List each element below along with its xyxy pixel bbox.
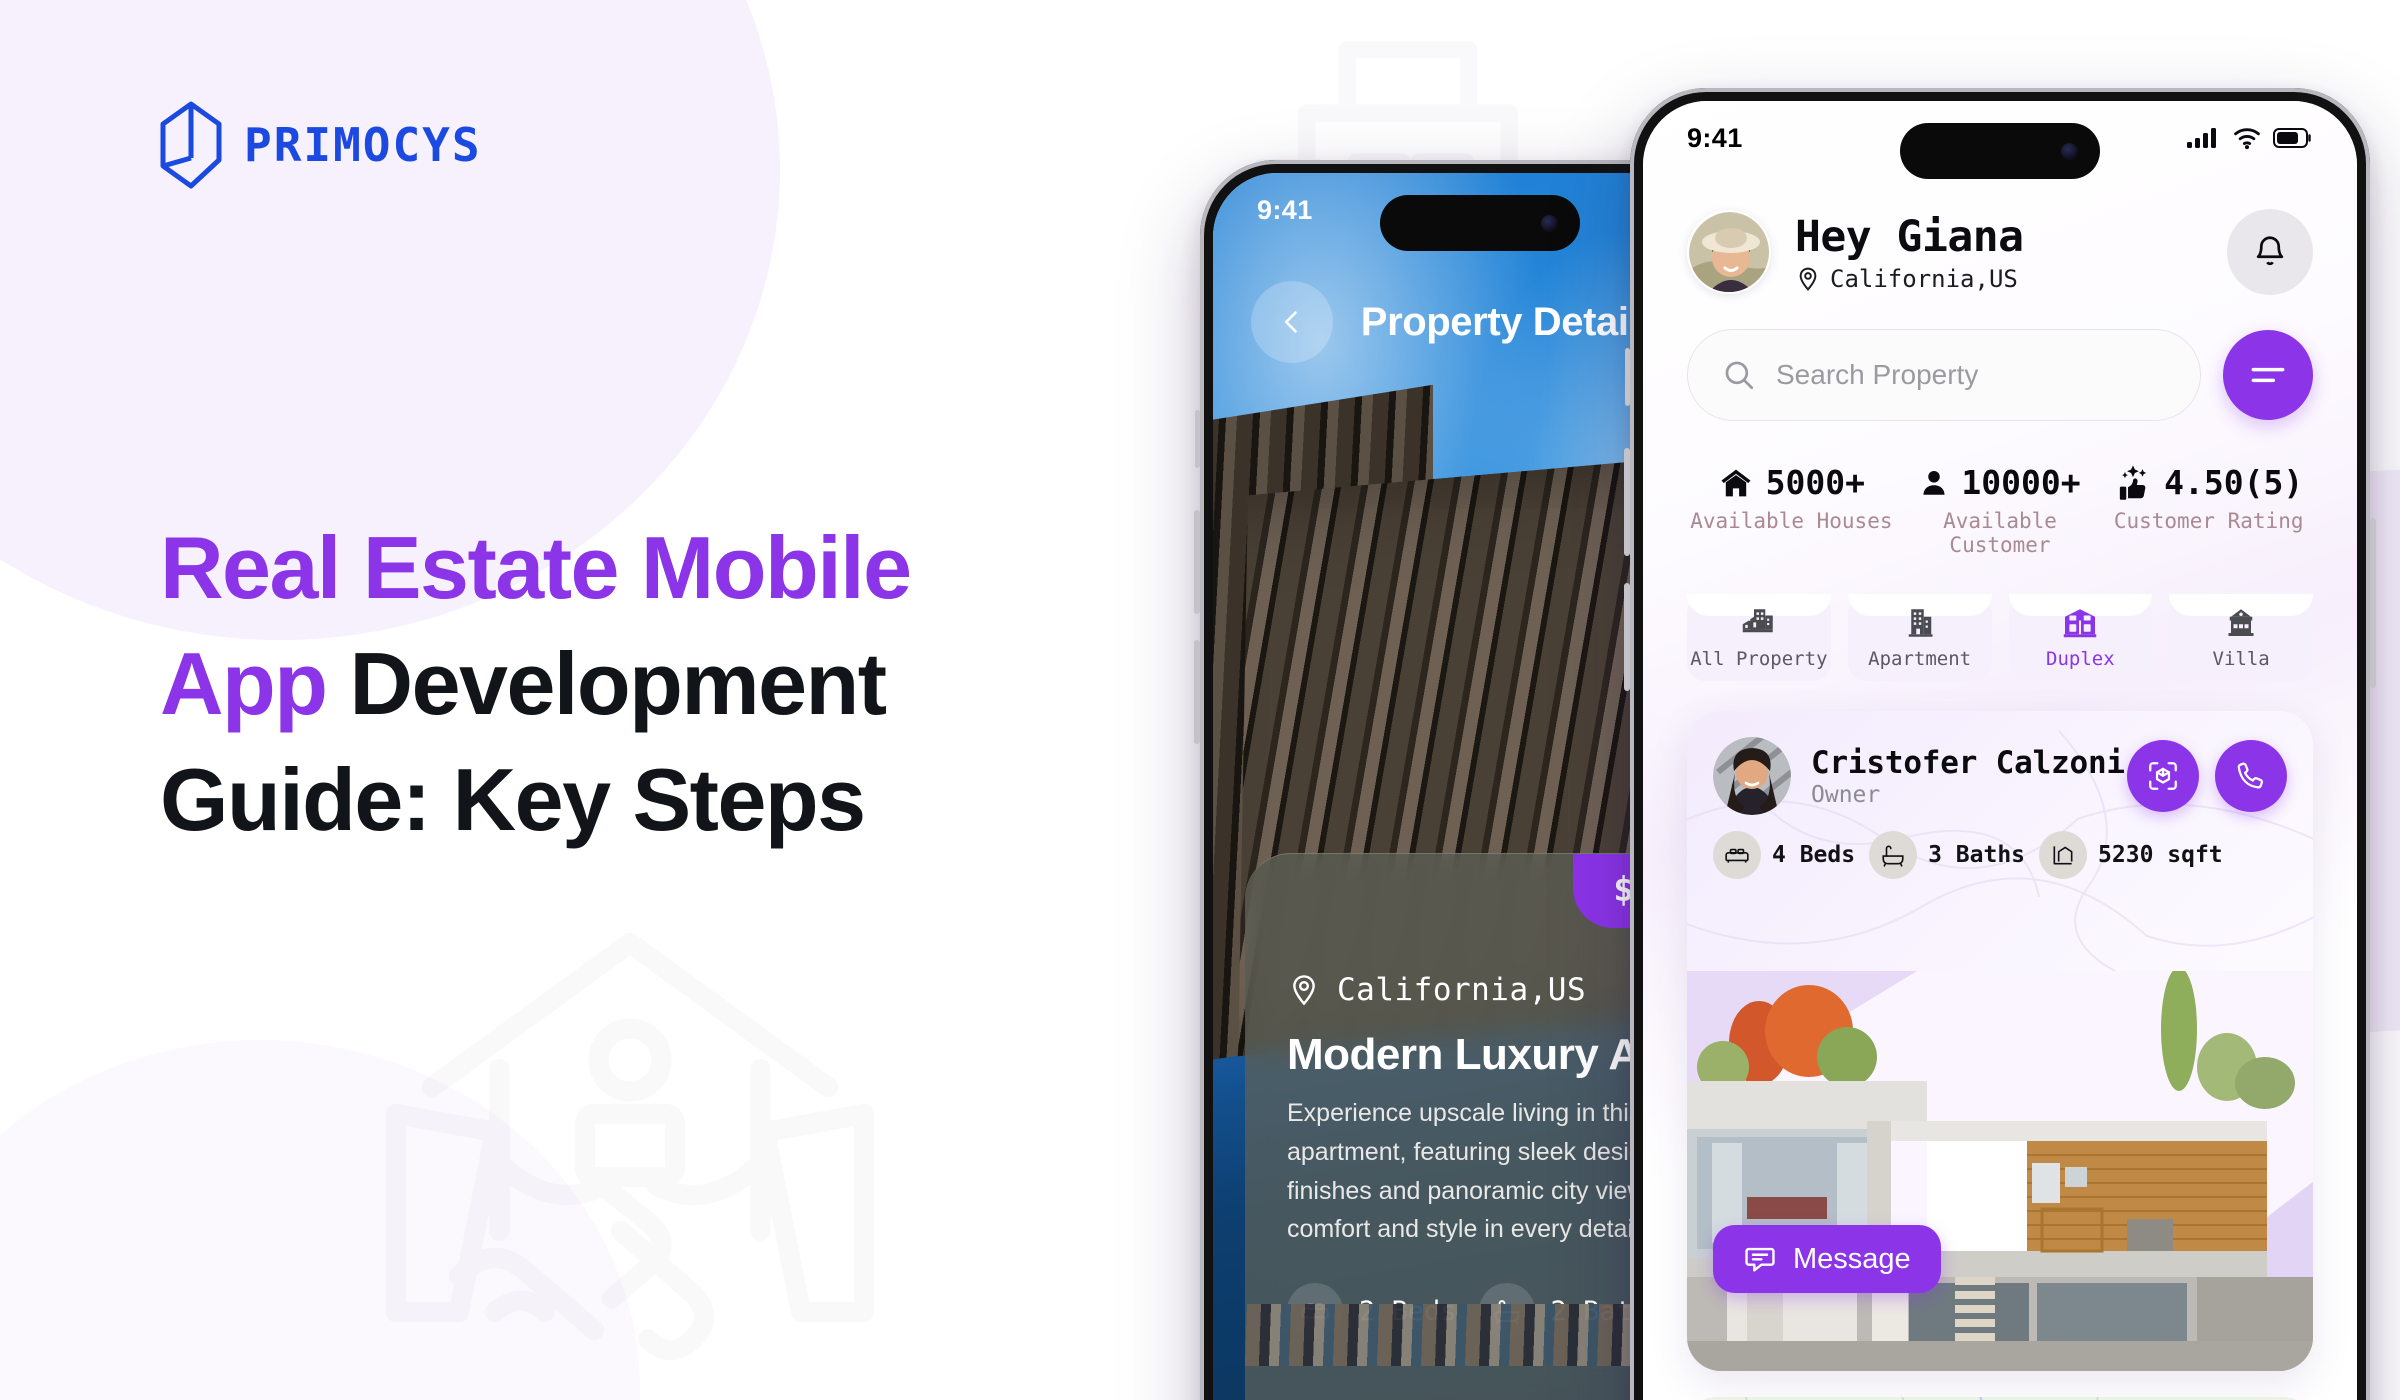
dynamic-island — [1900, 123, 2100, 179]
phone-mockup-home: 9:41 Hey Giana California,US Search Prop… — [1624, 88, 2376, 1400]
search-row: Search Property — [1687, 329, 2313, 421]
search-icon — [1725, 361, 1754, 390]
page-headline: Real Estate Mobile App Development Guide… — [160, 510, 912, 858]
ar-cube-icon — [2149, 762, 2177, 790]
category-chip-all-property[interactable]: All Property — [1687, 594, 1831, 681]
stat-available-customer: 10000+ Available Customer — [1896, 463, 2105, 557]
wifi-icon — [2234, 128, 2260, 150]
hexagon-prism-logo-icon — [160, 101, 222, 189]
bathtub-icon — [1869, 831, 1918, 879]
back-button[interactable] — [1251, 281, 1333, 363]
bell-icon — [2256, 236, 2284, 266]
phone-right-screen: 9:41 Hey Giana California,US Search Prop… — [1643, 101, 2357, 1400]
message-button[interactable]: Message — [1713, 1225, 1941, 1293]
stat-rating-label: Customer Rating — [2113, 509, 2304, 533]
category-label: Apartment — [1868, 648, 1972, 670]
property-photo — [1687, 971, 2313, 1371]
location-pin-icon — [1293, 975, 1315, 1006]
battery-icon — [2273, 128, 2311, 148]
property-card-header: Cristofer Calzoni Owner — [1687, 711, 2313, 815]
category-label: Villa — [2212, 648, 2270, 670]
headline-line2-rest: Development — [326, 634, 888, 734]
call-button[interactable] — [2215, 740, 2287, 812]
stat-customer-label: Available Customer — [1943, 509, 2057, 557]
property-card-features: 4 Beds 3 Baths 5230 sqft — [1687, 815, 2313, 879]
card-feature-baths: 3 Baths — [1869, 831, 2025, 879]
card-feature-baths-label: 3 Baths — [1928, 842, 2026, 868]
search-placeholder: Search Property — [1776, 359, 1979, 390]
stat-customer-rating: 4.50(5) Customer Rating — [2104, 463, 2313, 557]
apartment-icon — [1905, 608, 1935, 643]
user-avatar[interactable] — [1687, 210, 1771, 294]
headline-line2-accent: App — [160, 634, 328, 734]
area-icon — [2039, 831, 2088, 879]
stats-row: 5000+ Available Houses 10000+ Available … — [1687, 463, 2313, 557]
thumbs-up-stars-icon — [2119, 464, 2147, 500]
person-icon — [1923, 470, 1945, 495]
location-pin-icon — [1799, 267, 1817, 291]
category-chip-apartment[interactable]: Apartment — [1847, 594, 1992, 681]
stat-houses-value: 5000+ — [1765, 463, 1865, 502]
phone-left-volume-down-button[interactable] — [1194, 640, 1200, 744]
search-input[interactable]: Search Property — [1687, 329, 2201, 421]
all-property-icon — [1742, 608, 1776, 643]
category-chip-duplex[interactable]: Duplex — [2008, 594, 2153, 681]
filter-lines-icon — [2251, 367, 2285, 383]
phone-left-mute-button[interactable] — [1195, 410, 1200, 468]
home-icon — [1721, 469, 1751, 496]
owner-role: Owner — [1811, 781, 1881, 808]
category-chips: All Property Apartment Duplex Villa — [1687, 594, 2313, 681]
bed-icon — [1713, 831, 1761, 879]
stat-rating-value: 4.50(5) — [2164, 463, 2304, 502]
category-chip-villa[interactable]: Villa — [2169, 594, 2313, 681]
ar-view-button[interactable] — [2127, 740, 2199, 812]
notification-button[interactable] — [2227, 209, 2313, 295]
chat-bubble-icon — [1745, 1247, 1775, 1272]
card-feature-beds-label: 4 Beds — [1772, 842, 1856, 868]
headline-line3: Guide: Key Steps — [160, 750, 866, 850]
greeting-text: Hey Giana — [1795, 211, 2024, 262]
stat-available-houses: 5000+ Available Houses — [1687, 463, 1896, 557]
dynamic-island — [1380, 195, 1580, 251]
card-feature-area-label: 5230 sqft — [2098, 842, 2223, 868]
message-button-label: Message — [1793, 1242, 1911, 1275]
phone-right-mute-button[interactable] — [1625, 348, 1630, 406]
chevron-left-icon — [1284, 311, 1297, 333]
cellular-bars-icon — [2187, 128, 2216, 148]
owner-name: Cristofer Calzoni — [1811, 744, 2125, 781]
filter-button[interactable] — [2223, 330, 2313, 420]
brand-logo-text: PRIMOCYS — [244, 118, 482, 172]
front-camera-icon — [1541, 214, 1558, 232]
villa-icon — [2225, 608, 2257, 643]
phone-left-volume-up-button[interactable] — [1194, 510, 1200, 614]
phone-icon — [2237, 762, 2264, 789]
user-location: California,US — [1795, 265, 2227, 293]
duplex-icon — [2063, 608, 2097, 643]
headline-line1: Real Estate Mobile — [160, 518, 912, 617]
property-location-text: California,US — [1337, 972, 1587, 1008]
owner-avatar[interactable] — [1713, 737, 1791, 815]
category-label: All Property — [1690, 648, 1828, 670]
phone-right-volume-up-button[interactable] — [1624, 448, 1630, 556]
card-feature-beds: 4 Beds — [1713, 831, 1855, 879]
status-time: 9:41 — [1687, 122, 1743, 153]
front-camera-icon — [2061, 142, 2078, 160]
status-time: 9:41 — [1257, 194, 1313, 225]
card-feature-area: 5230 sqft — [2039, 831, 2223, 879]
phone-right-volume-down-button[interactable] — [1624, 583, 1630, 691]
brand-logo[interactable]: PRIMOCYS — [160, 100, 482, 190]
user-location-text: California,US — [1830, 264, 2018, 293]
category-label: Duplex — [2046, 648, 2115, 670]
home-header: Hey Giana California,US — [1687, 209, 2313, 295]
stat-houses-label: Available Houses — [1690, 509, 1893, 533]
property-card[interactable]: Cristofer Calzoni Owner 4 Beds 3 Baths 5… — [1687, 711, 2313, 1371]
home-screen-content: 9:41 Hey Giana California,US Search Prop… — [1643, 101, 2357, 1400]
phone-right-power-button[interactable] — [2370, 518, 2376, 688]
stat-customer-value: 10000+ — [1961, 463, 2081, 502]
